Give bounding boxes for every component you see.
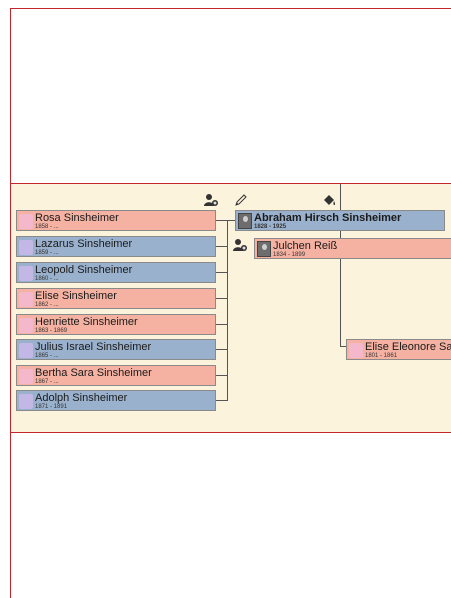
person-dates: 1834 - 1899 (273, 252, 306, 258)
male-avatar-icon (19, 394, 33, 409)
canvas-top-border (10, 8, 451, 9)
person-dates: 1828 - 1925 (254, 224, 287, 230)
male-avatar-icon (19, 266, 33, 281)
person-dates: 1859 - ... (35, 250, 59, 256)
female-avatar-icon (349, 343, 363, 358)
mother-card[interactable]: Elise Eleonore Sau 1801 - 1861 (346, 339, 451, 360)
female-avatar-icon (19, 318, 33, 333)
child-card[interactable]: Henriette Sinsheimer 1863 - 1869 (16, 314, 216, 335)
person-name: Rosa Sinsheimer (35, 212, 119, 224)
family-tree-band: Abraham Hirsch Sinsheimer 1828 - 1925 Ju… (11, 183, 451, 433)
male-avatar-icon (19, 343, 33, 358)
male-avatar-icon (19, 240, 33, 255)
person-name: Elise Sinsheimer (35, 290, 117, 302)
person-name: Leopold Sinsheimer (35, 264, 133, 276)
person-photo (238, 213, 252, 229)
person-dates: 1860 - ... (35, 276, 59, 282)
person-name: Elise Eleonore Sau (365, 341, 451, 353)
person-photo (257, 241, 271, 257)
person-dates: 1863 - 1869 (35, 328, 68, 334)
person-name: Julius Israel Sinsheimer (35, 341, 152, 353)
connector-child-7 (216, 375, 228, 376)
connector-child-6 (216, 349, 228, 350)
vertical-connector-main (340, 184, 341, 346)
child-card[interactable]: Bertha Sara Sinsheimer 1867 - ... (16, 365, 216, 386)
female-avatar-icon (19, 292, 33, 307)
child-card[interactable]: Rosa Sinsheimer 1858 - ... (16, 210, 216, 231)
person-dates: 1858 - ... (35, 224, 59, 230)
person-name: Lazarus Sinsheimer (35, 238, 133, 250)
connector-child-5 (216, 324, 228, 325)
child-card[interactable]: Julius Israel Sinsheimer 1865 - ... (16, 339, 216, 360)
person-dates: 1871 - 1891 (35, 404, 68, 410)
person-dates: 1867 - ... (35, 379, 59, 385)
pencil-icon[interactable] (234, 193, 248, 207)
child-card[interactable]: Elise Sinsheimer 1862 - ... (16, 288, 216, 309)
add-spouse-icon[interactable] (233, 238, 247, 252)
paint-bucket-icon[interactable] (322, 193, 336, 207)
main-person-card[interactable]: Abraham Hirsch Sinsheimer 1828 - 1925 (235, 210, 445, 231)
person-dates: 1865 - ... (35, 353, 59, 359)
person-name: Henriette Sinsheimer (35, 316, 138, 328)
person-name: Julchen Reiß (273, 240, 338, 252)
connector-child-4 (216, 298, 228, 299)
person-dates: 1862 - ... (35, 302, 59, 308)
female-avatar-icon (19, 214, 33, 229)
spouse-card[interactable]: Julchen Reiß 1834 - 1899 (254, 238, 451, 259)
connector-child-3 (216, 272, 228, 273)
child-card[interactable]: Adolph Sinsheimer 1871 - 1891 (16, 390, 216, 411)
person-name: Adolph Sinsheimer (35, 392, 128, 404)
person-dates: 1801 - 1861 (365, 353, 398, 359)
person-name: Bertha Sara Sinsheimer (35, 367, 152, 379)
connector-to-main (216, 220, 235, 221)
children-trunk (227, 220, 228, 400)
add-person-icon[interactable] (204, 193, 218, 207)
child-card[interactable]: Leopold Sinsheimer 1860 - ... (16, 262, 216, 283)
person-name: Abraham Hirsch Sinsheimer (254, 212, 402, 224)
female-avatar-icon (19, 369, 33, 384)
connector-child-8 (216, 400, 228, 401)
child-card[interactable]: Lazarus Sinsheimer 1859 - ... (16, 236, 216, 257)
connector-child-2 (216, 246, 228, 247)
